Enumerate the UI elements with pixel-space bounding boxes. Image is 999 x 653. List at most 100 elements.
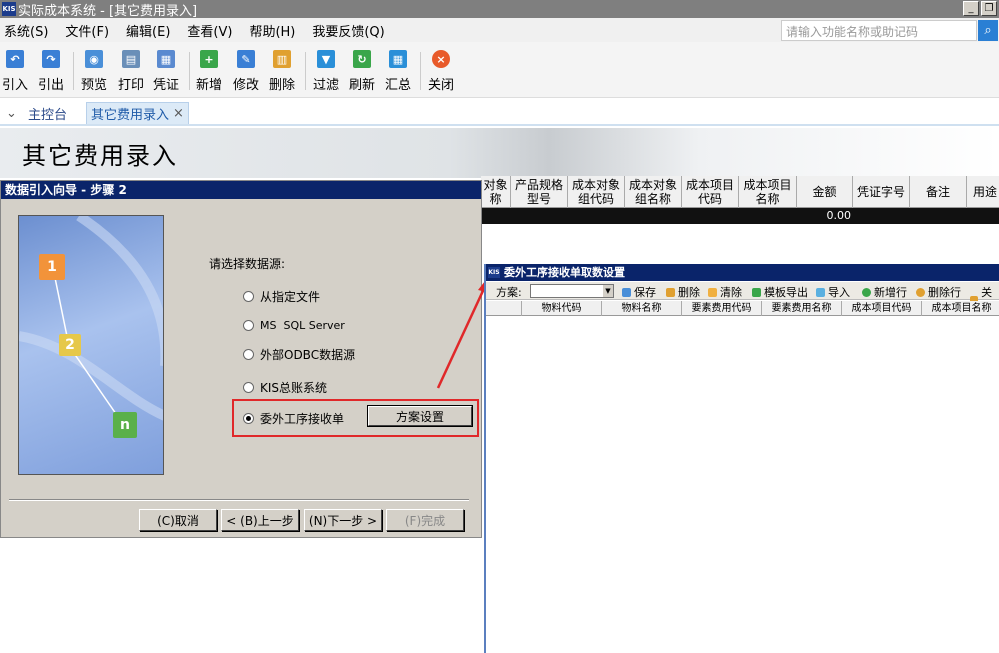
app-logo-icon: KIS xyxy=(2,2,16,16)
grid-selected-row[interactable]: 0.00 xyxy=(481,208,999,224)
print-label: 打印 xyxy=(118,78,145,93)
grid-col-header[interactable]: 成本对象 组名称 xyxy=(625,176,682,208)
recv-col-header[interactable]: 要素费用名称 xyxy=(762,301,842,316)
recv-delete-button[interactable]: 删除 xyxy=(666,284,700,300)
chevron-down-icon[interactable]: ⌄ xyxy=(6,102,17,124)
recv-col-header[interactable]: 物料名称 xyxy=(602,301,682,316)
minimize-icon[interactable]: _ xyxy=(963,1,979,16)
preview-button[interactable]: ◉ 预览 xyxy=(81,46,107,94)
option-label: MS SQL Server xyxy=(260,319,345,332)
recv-col-header[interactable]: 物料代码 xyxy=(522,301,602,316)
preview-label: 预览 xyxy=(81,78,108,93)
clear-icon xyxy=(708,287,717,297)
export-icon: ↷ xyxy=(42,50,60,68)
export-label: 引出 xyxy=(38,78,65,93)
delete-button[interactable]: ▥ 删除 xyxy=(269,46,295,94)
dropdown-icon: ▼ xyxy=(603,285,613,297)
grid-col-header[interactable]: 成本项目 名称 xyxy=(739,176,797,208)
export-button[interactable]: ↷ 引出 xyxy=(38,46,64,94)
tab-bar: ⌄ 主控台 其它费用录入 × xyxy=(0,98,999,126)
wizard-divider xyxy=(9,499,469,501)
step-1-cube-icon: 1 xyxy=(39,254,65,280)
radio-option-file[interactable]: 从指定文件 xyxy=(243,288,320,305)
filter-icon: ▼ xyxy=(317,50,335,68)
summary-icon: ▦ xyxy=(389,50,407,68)
recv-dialog-title: KIS 委外工序接收单取数设置 xyxy=(486,264,999,281)
tab-other-expense[interactable]: 其它费用录入 × xyxy=(86,102,189,124)
radio-option-sqlserver[interactable]: MS SQL Server xyxy=(243,319,345,332)
import-label: 导入 xyxy=(828,286,850,299)
add-row-label: 新增行 xyxy=(874,286,907,299)
restore-icon[interactable]: ❐ xyxy=(981,1,997,16)
amount-cell[interactable]: 0.00 xyxy=(797,208,853,224)
recv-col-header[interactable]: 成本项目代码 xyxy=(842,301,922,316)
grid-col-header[interactable]: 成本对象 组代码 xyxy=(568,176,625,208)
function-search-input[interactable]: 请输入功能名称或助记码 xyxy=(781,20,977,41)
add-label: 新增 xyxy=(196,78,223,93)
prev-step-button[interactable]: < (B)上一步 xyxy=(221,509,299,531)
refresh-button[interactable]: ↻ 刷新 xyxy=(349,46,375,94)
radio-option-odbc[interactable]: 外部ODBC数据源 xyxy=(243,346,355,363)
tab-other-expense-label: 其它费用录入 xyxy=(91,108,170,123)
recv-grid-header: 物料代码 物料名称 要素费用代码 要素费用名称 成本项目代码 成本项目名称 xyxy=(486,301,999,316)
add-row-button[interactable]: 新增行 xyxy=(862,284,907,300)
close-icon: × xyxy=(432,50,450,68)
next-step-button[interactable]: (N)下一步 > xyxy=(304,509,382,531)
radio-option-kis-ledger[interactable]: KIS总账系统 xyxy=(243,379,327,396)
grid-col-header[interactable]: 对象 称 xyxy=(481,176,511,208)
import-wizard-dialog: 数据引入向导 - 步骤 2 1 2 n 请选择数据源: 从指定文件 MS SQL… xyxy=(0,180,482,538)
step-2-cube-icon: 2 xyxy=(59,334,81,356)
search-icon[interactable]: ⌕ xyxy=(978,20,998,41)
template-export-label: 模板导出 xyxy=(764,286,808,299)
add-button[interactable]: + 新增 xyxy=(196,46,222,94)
menu-edit[interactable]: 编辑(E) xyxy=(126,21,170,40)
toolbar-separator xyxy=(420,52,421,90)
voucher-label: 凭证 xyxy=(153,78,180,93)
import-icon: ↶ xyxy=(6,50,24,68)
toolbar-separator xyxy=(73,52,74,90)
refresh-icon: ↻ xyxy=(353,50,371,68)
voucher-button[interactable]: ▦ 凭证 xyxy=(153,46,179,94)
menu-view[interactable]: 查看(V) xyxy=(187,21,232,40)
grid-col-header[interactable]: 备注 xyxy=(910,176,967,208)
voucher-icon: ▦ xyxy=(157,50,175,68)
window-title: 实际成本系统 - [其它费用录入] xyxy=(18,3,198,19)
clear-button[interactable]: 清除 xyxy=(708,284,742,300)
recv-import-button[interactable]: 导入 xyxy=(816,284,850,300)
grid-col-header[interactable]: 金额 xyxy=(797,176,853,208)
delete-row-icon xyxy=(916,287,925,297)
edit-label: 修改 xyxy=(233,78,260,93)
tab-close-icon[interactable]: × xyxy=(173,106,184,121)
step-n-cube-icon: n xyxy=(113,412,137,438)
radio-icon xyxy=(243,349,254,360)
summary-button[interactable]: ▦ 汇总 xyxy=(385,46,411,94)
menu-system[interactable]: 系统(S) xyxy=(4,21,48,40)
import-button[interactable]: ↶ 引入 xyxy=(2,46,28,94)
edit-button[interactable]: ✎ 修改 xyxy=(233,46,259,94)
scheme-select[interactable]: ▼ xyxy=(530,284,614,298)
filter-button[interactable]: ▼ 过滤 xyxy=(313,46,339,94)
scheme-label: 方案: xyxy=(496,286,522,299)
outsource-receipt-settings-dialog: KIS 委外工序接收单取数设置 方案: ▼ 保存 删除 清除 模板导出 导入 新… xyxy=(484,264,999,653)
grid-col-header[interactable]: 凭证字号 xyxy=(853,176,910,208)
main-toolbar: ↶ 引入 ↷ 引出 ◉ 预览 ▤ 打印 ▦ 凭证 + 新增 ✎ 修改 ▥ 删除 ▼ 过滤 ↻ 刷新 … xyxy=(0,42,999,98)
menu-feedback[interactable]: 我要反馈(Q) xyxy=(312,21,384,40)
delete-row-button[interactable]: 删除行 xyxy=(916,284,961,300)
tab-main-console[interactable]: 主控台 xyxy=(28,102,67,124)
menu-help[interactable]: 帮助(H) xyxy=(249,21,295,40)
print-button[interactable]: ▤ 打印 xyxy=(118,46,144,94)
grid-col-header[interactable]: 成本项目 代码 xyxy=(682,176,739,208)
cancel-button[interactable]: (C)取消 xyxy=(139,509,217,531)
option-label: KIS总账系统 xyxy=(260,381,328,395)
save-button[interactable]: 保存 xyxy=(622,284,656,300)
recv-col-header[interactable]: 要素费用代码 xyxy=(682,301,762,316)
template-export-button[interactable]: 模板导出 xyxy=(752,284,808,300)
delete-icon xyxy=(666,287,675,297)
grid-col-header[interactable]: 用途 xyxy=(967,176,999,208)
grid-col-header[interactable]: 产品规格 型号 xyxy=(511,176,568,208)
page-title: 其它费用录入 xyxy=(22,142,178,170)
recv-col-header[interactable]: 成本项目名称 xyxy=(922,301,999,316)
close-button[interactable]: × 关闭 xyxy=(428,46,454,94)
menu-file[interactable]: 文件(F) xyxy=(65,21,109,40)
delete-row-label: 删除行 xyxy=(928,286,961,299)
